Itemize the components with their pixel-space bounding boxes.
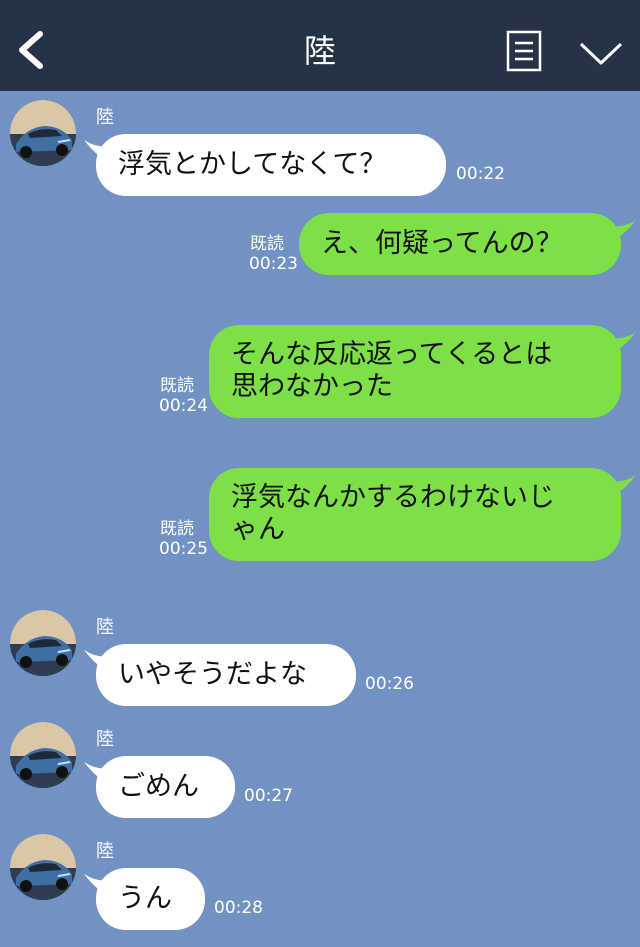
timestamp: 00:23 bbox=[249, 254, 298, 274]
message-row: 陸 浮気とかしてなくて？ 00:22 bbox=[0, 100, 640, 200]
car-avatar-icon bbox=[10, 100, 76, 166]
message-row: 既読 00:23 え、何疑ってんの？ bbox=[0, 212, 640, 282]
bubble-line: 浮気なんかするわけないじ bbox=[231, 482, 555, 513]
timestamp: 00:24 bbox=[159, 396, 208, 416]
car-avatar-icon bbox=[10, 610, 76, 676]
avatar[interactable] bbox=[10, 722, 76, 788]
outgoing-bubble[interactable]: 浮気なんかするわけないじ ゃん bbox=[209, 468, 621, 561]
avatar[interactable] bbox=[10, 610, 76, 676]
timestamp: 00:26 bbox=[365, 674, 414, 694]
sender-name: 陸 bbox=[96, 729, 114, 750]
sender-name: 陸 bbox=[96, 107, 114, 128]
message-row: 陸 ごめん 00:27 bbox=[0, 722, 640, 822]
outgoing-bubble[interactable]: そんな反応返ってくるとは 思わなかった bbox=[209, 325, 621, 418]
bubble-tail bbox=[610, 475, 636, 497]
incoming-bubble[interactable]: いやそうだよな bbox=[96, 644, 356, 706]
incoming-bubble[interactable]: うん bbox=[96, 868, 205, 930]
avatar[interactable] bbox=[10, 834, 76, 900]
bubble-tail bbox=[610, 220, 636, 242]
chat-header: 陸 bbox=[0, 0, 640, 91]
outgoing-bubble[interactable]: え、何疑ってんの？ bbox=[299, 213, 621, 275]
message-row: 陸 いやそうだよな 00:26 bbox=[0, 610, 640, 710]
timestamp: 00:22 bbox=[456, 164, 505, 184]
read-receipt: 既読 bbox=[160, 519, 194, 539]
chevron-down-icon[interactable] bbox=[578, 38, 624, 68]
bubble-tail bbox=[610, 332, 636, 354]
chat-title: 陸 bbox=[303, 32, 336, 70]
timestamp: 00:25 bbox=[159, 539, 208, 559]
incoming-bubble[interactable]: 浮気とかしてなくて？ bbox=[96, 134, 446, 196]
sender-name: 陸 bbox=[96, 841, 114, 862]
sender-name: 陸 bbox=[96, 617, 114, 638]
timestamp: 00:27 bbox=[244, 786, 293, 806]
incoming-bubble[interactable]: ごめん bbox=[96, 756, 235, 818]
message-row: 既読 00:25 浮気なんかするわけないじ ゃん bbox=[0, 467, 640, 567]
read-receipt: 既読 bbox=[250, 234, 284, 254]
message-row: 既読 00:24 そんな反応返ってくるとは 思わなかった bbox=[0, 324, 640, 424]
timestamp: 00:28 bbox=[214, 898, 263, 918]
bubble-line: 思わなかった bbox=[231, 371, 393, 402]
note-icon[interactable] bbox=[506, 30, 542, 72]
car-avatar-icon bbox=[10, 722, 76, 788]
bubble-line: ゃん bbox=[231, 514, 285, 545]
car-avatar-icon bbox=[10, 834, 76, 900]
bubble-line: そんな反応返ってくるとは bbox=[231, 339, 553, 370]
read-receipt: 既読 bbox=[160, 376, 194, 396]
message-row: 陸 うん 00:28 bbox=[0, 834, 640, 934]
avatar[interactable] bbox=[10, 100, 76, 166]
